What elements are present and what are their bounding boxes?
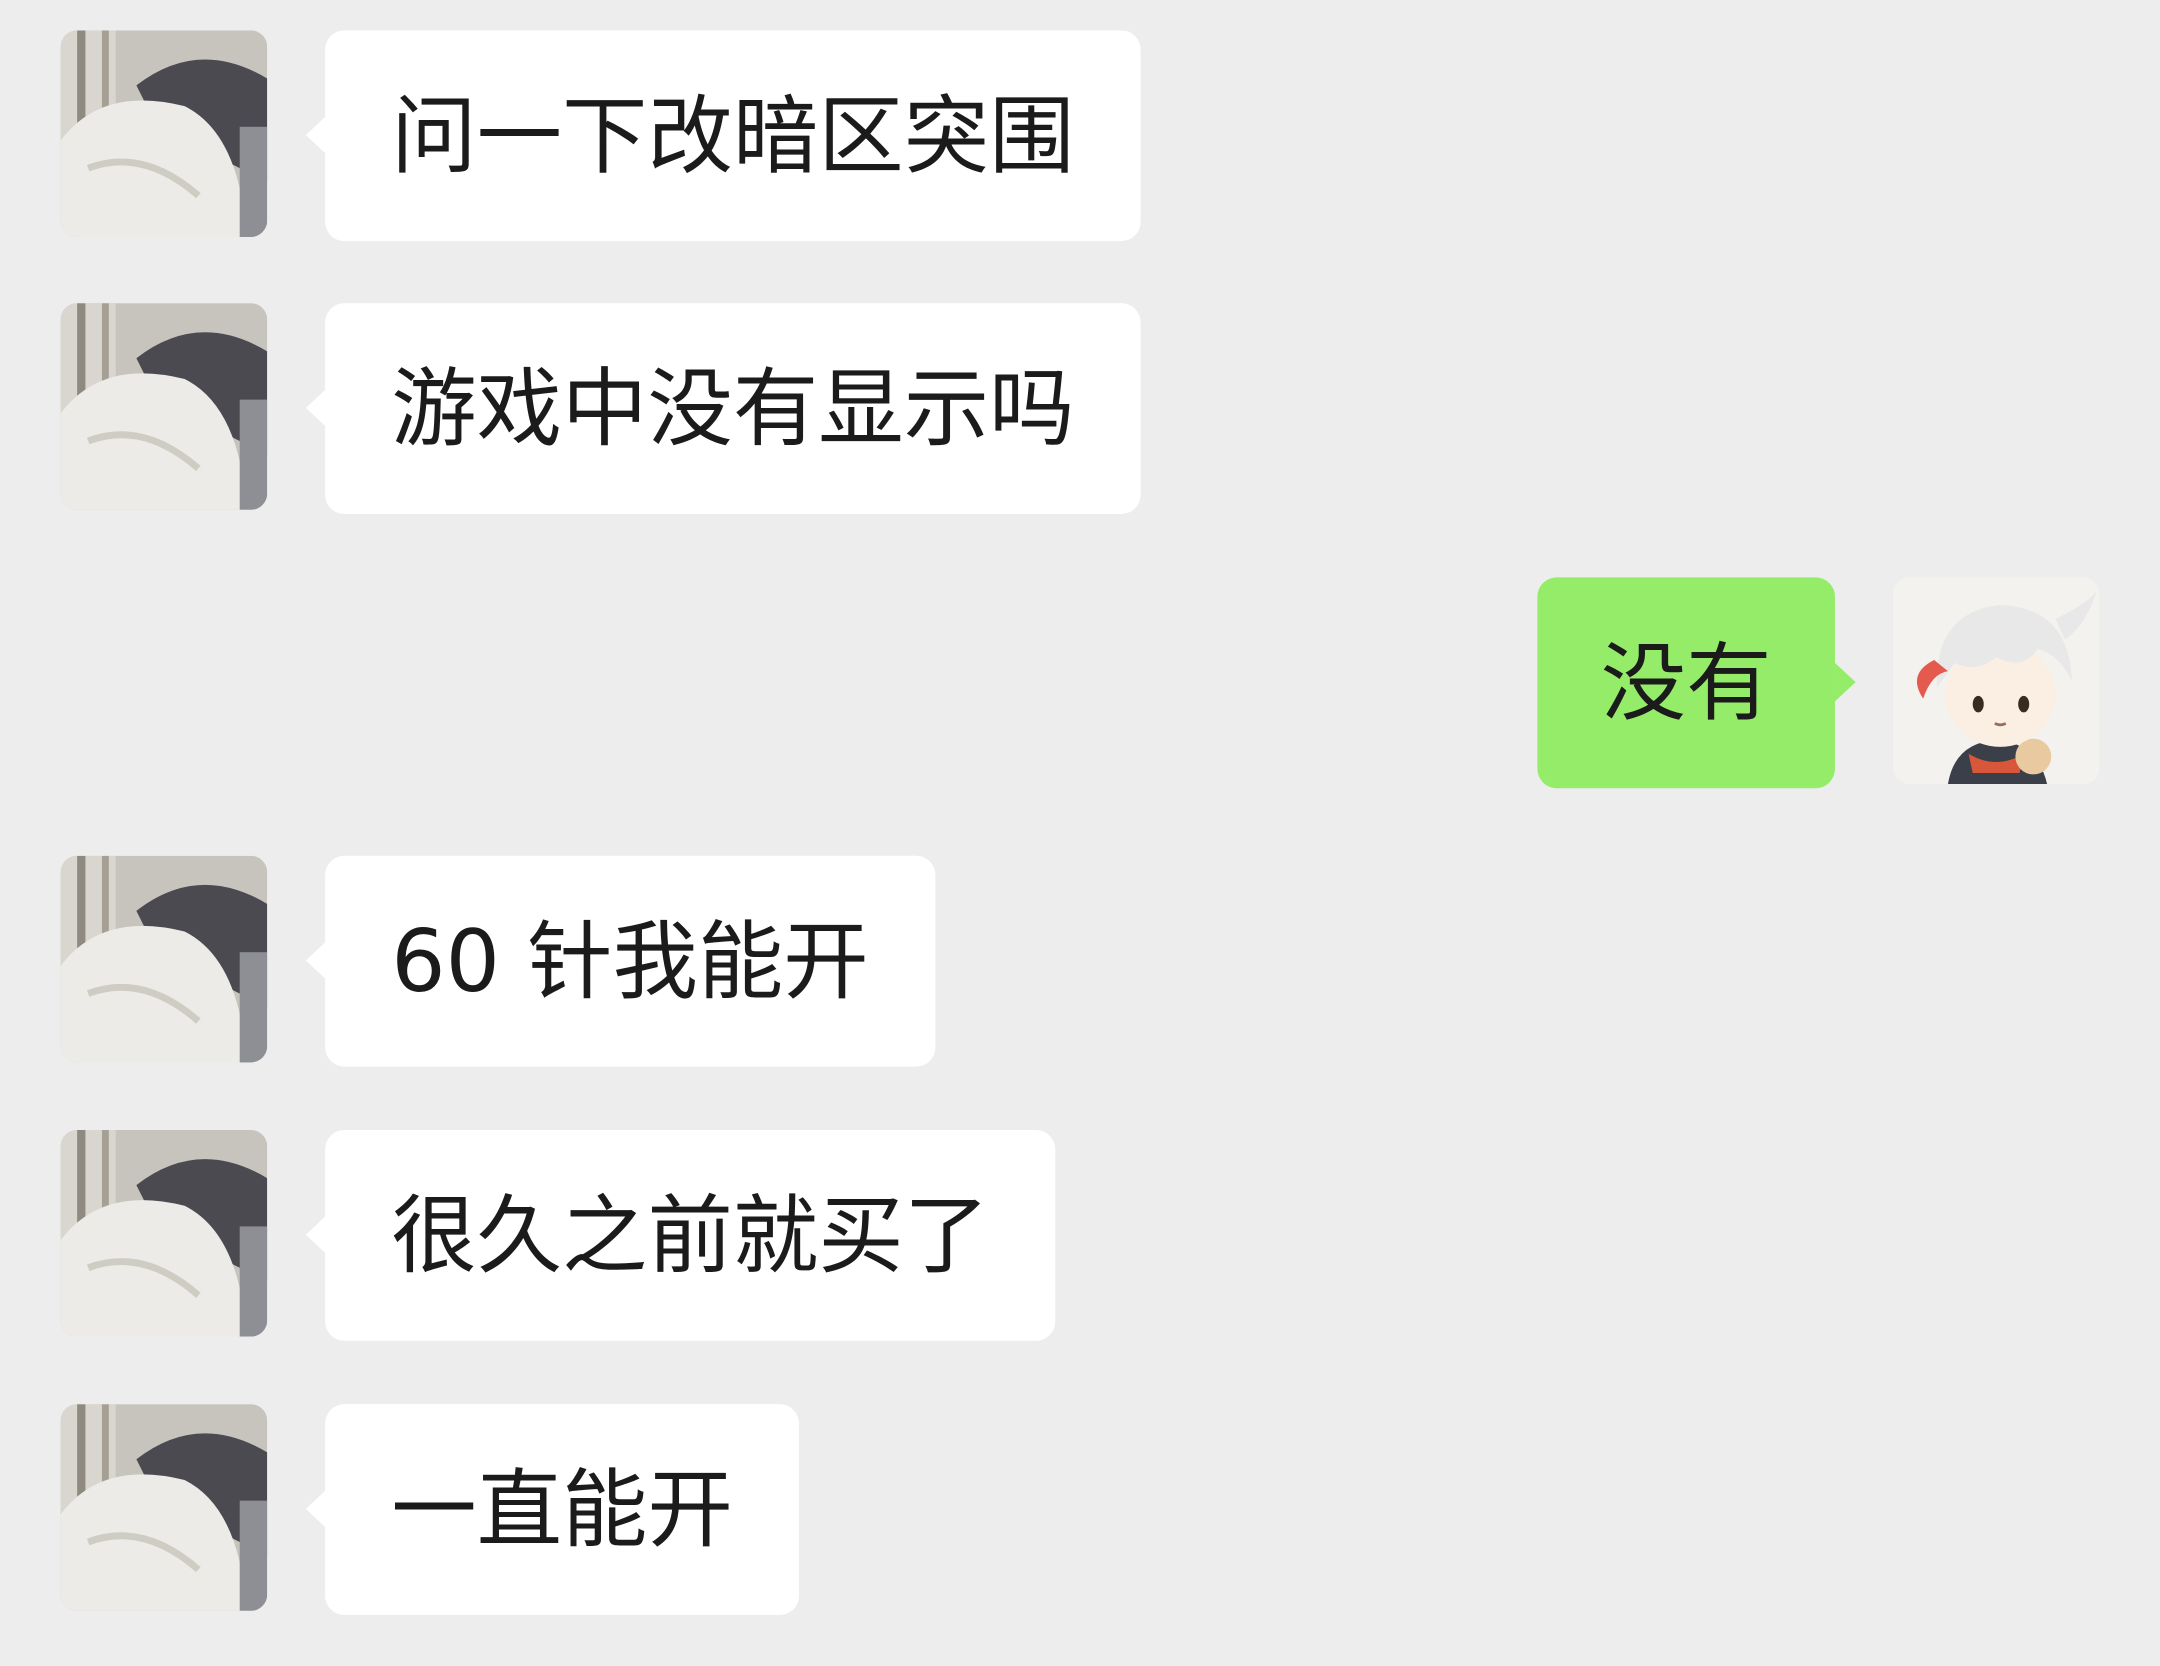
message-bubble[interactable]: 没有 [1537,577,1835,789]
sender-avatar[interactable] [60,1129,268,1337]
anime-character-icon [1892,577,2100,785]
message-bubble[interactable]: 游戏中没有显示吗 [325,303,1141,514]
bubble-tail [1834,662,1856,702]
message-bubble[interactable]: 60 针我能开 [325,855,935,1067]
incoming-message: 60 针我能开 [0,855,2160,1070]
bubble-tail [305,1215,327,1254]
outgoing-message: 没有 [0,577,2160,791]
person-photo-icon [60,855,268,1063]
sender-avatar[interactable] [60,1404,268,1611]
my-avatar[interactable] [1892,577,2100,785]
message-bubble[interactable]: 一直能开 [325,1404,800,1616]
bubble-tail [305,1489,327,1529]
sender-avatar[interactable] [60,855,268,1063]
incoming-message: 一直能开 [0,1404,2160,1618]
bubble-tail [305,115,327,155]
person-photo-icon [60,1129,268,1337]
person-photo-icon [60,1404,268,1611]
message-bubble[interactable]: 很久之前就买了 [325,1129,1056,1341]
message-bubble[interactable]: 问一下改暗区突围 [325,30,1141,242]
person-photo-icon [60,303,268,510]
chat-message-list[interactable]: 问一下改暗区突围 游戏中没有显示吗 没有 60 针我能开 很久之前就买了 一直能… [0,0,2160,1666]
incoming-message: 问一下改暗区突围 [0,30,2160,244]
sender-avatar[interactable] [60,303,268,510]
incoming-message: 很久之前就买了 [0,1129,2160,1344]
bubble-tail [305,941,327,980]
person-photo-icon [60,30,268,238]
incoming-message: 游戏中没有显示吗 [0,303,2160,517]
bubble-tail [305,388,327,428]
sender-avatar[interactable] [60,30,268,238]
